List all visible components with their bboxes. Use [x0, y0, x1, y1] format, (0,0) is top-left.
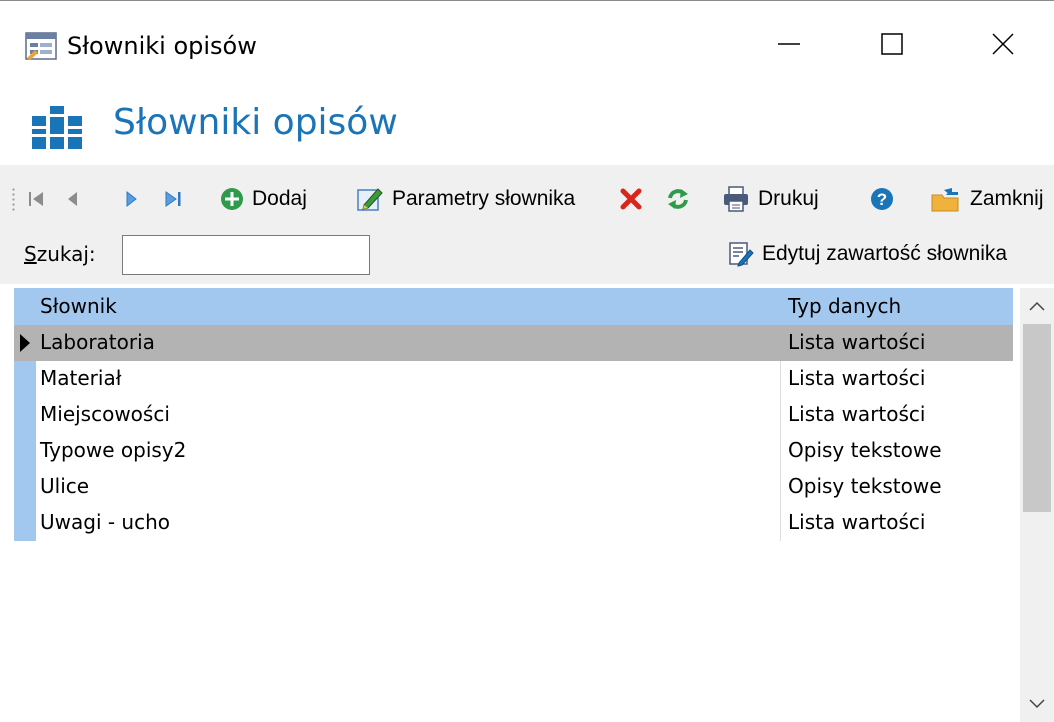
table-row[interactable]: Ulice Opisy tekstowe — [14, 469, 1013, 505]
chevron-up-icon — [1029, 301, 1045, 311]
close-window-button[interactable] — [966, 15, 1040, 73]
add-label: Dodaj — [252, 187, 307, 210]
cell-data-type: Lista wartości — [788, 402, 926, 426]
dictionary-params-button[interactable]: Parametry słownika — [356, 179, 575, 219]
maximize-button[interactable] — [855, 15, 929, 73]
scroll-down-button[interactable] — [1020, 686, 1054, 722]
edit-dictionary-content-label: Edytuj zawartość słownika — [762, 242, 1008, 265]
cell-dictionary: Miejscowości — [40, 402, 170, 426]
cell-data-type: Lista wartości — [788, 330, 926, 354]
close-folder-icon — [931, 188, 959, 212]
first-record-icon — [29, 192, 43, 206]
table-row[interactable]: Materiał Lista wartości — [14, 361, 1013, 397]
prev-record-button[interactable] — [66, 179, 80, 219]
last-record-button[interactable] — [164, 179, 182, 219]
current-row-arrow-icon — [20, 334, 30, 352]
next-record-icon — [126, 190, 137, 208]
prev-record-icon — [68, 192, 77, 206]
dictionary-params-label: Parametry słownika — [392, 187, 576, 210]
add-icon — [221, 188, 243, 210]
dictionary-grid: Słownik Typ danych Laboratoria Lista war… — [14, 288, 1013, 722]
toolbar: Dodaj Parametry słownika Drukuj ? Zamkni… — [0, 165, 1054, 233]
table-row[interactable]: Typowe opisy2 Opisy tekstowe — [14, 433, 1013, 469]
chevron-down-icon — [1029, 699, 1045, 709]
minimize-button[interactable] — [752, 15, 826, 73]
delete-x-icon — [620, 188, 642, 210]
printer-icon — [724, 186, 748, 212]
help-button[interactable]: ? — [870, 179, 894, 219]
vertical-scrollbar[interactable] — [1020, 288, 1054, 722]
first-record-button[interactable] — [28, 179, 46, 219]
cell-dictionary: Typowe opisy2 — [40, 438, 187, 462]
title-bar: Słowniki opisów — [0, 1, 1054, 87]
table-row[interactable]: Laboratoria Lista wartości — [14, 325, 1013, 361]
maximize-icon — [881, 33, 903, 55]
page-header: Słowniki opisów — [0, 87, 1054, 165]
column-header-dictionary[interactable]: Słownik — [40, 294, 117, 318]
cell-data-type: Opisy tekstowe — [788, 438, 942, 462]
close-label: Zamknij — [970, 187, 1044, 210]
search-bar: Szukaj: Edytuj zawartość słownika — [0, 233, 1054, 284]
svg-text:?: ? — [877, 190, 887, 209]
minimize-icon — [778, 43, 800, 45]
refresh-icon — [668, 189, 688, 209]
print-button[interactable]: Drukuj — [722, 179, 819, 219]
app-dictionary-icon — [25, 32, 57, 60]
cell-dictionary: Uwagi - ucho — [40, 510, 171, 534]
column-divider — [780, 361, 781, 541]
cell-dictionary: Ulice — [40, 474, 90, 498]
window-title: Słowniki opisów — [67, 32, 257, 60]
edit-dictionary-content-button[interactable]: Edytuj zawartość słownika — [728, 241, 1007, 267]
cell-data-type: Opisy tekstowe — [788, 474, 942, 498]
edit-pencil-icon — [357, 188, 383, 211]
refresh-button[interactable] — [666, 179, 690, 219]
close-icon — [992, 33, 1014, 55]
scroll-up-button[interactable] — [1020, 288, 1054, 324]
page-title: Słowniki opisów — [113, 102, 398, 143]
table-row[interactable]: Miejscowości Lista wartości — [14, 397, 1013, 433]
help-icon: ? — [871, 188, 893, 210]
cell-data-type: Lista wartości — [788, 366, 926, 390]
cell-dictionary: Laboratoria — [40, 330, 155, 354]
scrollbar-thumb[interactable] — [1023, 324, 1051, 512]
delete-button[interactable] — [620, 179, 642, 219]
column-header-data-type[interactable]: Typ danych — [788, 294, 901, 318]
search-label: Szukaj: — [24, 241, 96, 267]
print-label: Drukuj — [758, 187, 819, 210]
edit-document-icon — [729, 242, 754, 267]
search-label-accesskey: S — [24, 242, 37, 266]
search-label-text: zukaj: — [36, 242, 96, 266]
books-icon — [32, 106, 82, 149]
toolbar-grip[interactable] — [12, 187, 15, 213]
close-button[interactable]: Zamknij — [930, 179, 1044, 219]
next-record-button[interactable] — [124, 179, 138, 219]
add-button[interactable]: Dodaj — [220, 179, 307, 219]
table-row[interactable]: Uwagi - ucho Lista wartości — [14, 505, 1013, 541]
last-record-icon — [165, 191, 181, 207]
grid-header: Słownik Typ danych — [14, 288, 1013, 325]
search-input[interactable] — [122, 235, 370, 275]
cell-dictionary: Materiał — [40, 366, 122, 390]
cell-data-type: Lista wartości — [788, 510, 926, 534]
